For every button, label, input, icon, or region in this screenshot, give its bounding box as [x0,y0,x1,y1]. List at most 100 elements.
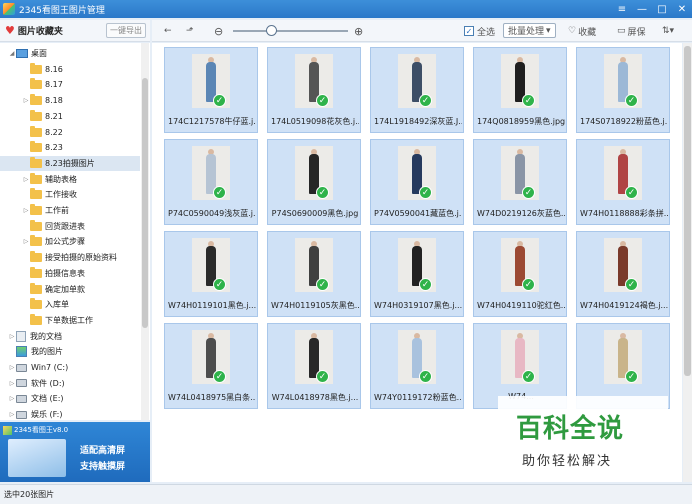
batch-process-dropdown[interactable]: 批量处理 ▾ [503,23,556,38]
image-thumbnail[interactable]: ✓ W74H0119105灰黑色... [267,231,361,317]
selected-check-icon[interactable]: ✓ [316,370,329,383]
tree-item[interactable]: ▷ Win7 (C:) [0,360,140,375]
selected-check-icon[interactable]: ✓ [522,94,535,107]
expand-arrow-icon[interactable]: ▷ [8,395,16,402]
selected-check-icon[interactable]: ✓ [419,370,432,383]
zoom-in-icon[interactable]: ⊕ [354,24,363,38]
expand-arrow-icon[interactable]: ▷ [22,207,30,214]
expand-arrow-icon[interactable]: ▷ [8,364,16,371]
selected-check-icon[interactable]: ✓ [625,278,638,291]
tree-item[interactable]: 8.21 [0,109,140,124]
tree-item[interactable]: 入库单 [0,297,140,312]
zoom-slider-track[interactable] [233,30,348,32]
minimize-button[interactable]: — [632,0,652,18]
select-all-checkbox[interactable]: ✓ 全选 [464,24,495,38]
selected-check-icon[interactable]: ✓ [419,94,432,107]
tree-scrollbar[interactable] [141,43,149,420]
image-thumbnail[interactable]: ✓ W74D0219126灰蓝色... [473,139,567,225]
tree-item[interactable]: ▷ 8.18 [0,93,140,108]
tree-item[interactable]: ◢ 桌面 [0,46,140,61]
tree-item[interactable]: 8.23 [0,140,140,155]
image-thumbnail[interactable]: ✓ W74H0419110驼红色... [473,231,567,317]
expand-arrow-icon[interactable]: ▷ [22,97,30,104]
selected-check-icon[interactable]: ✓ [213,370,226,383]
image-thumbnail[interactable]: ✓ W74H0119101黑色.j... [164,231,258,317]
tree-item[interactable]: 8.22 [0,125,140,140]
tree-item[interactable]: ▷ 软件 (D:) [0,376,140,391]
image-thumbnail[interactable]: ✓ 174C1217578牛仔蓝.j... [164,47,258,133]
close-button[interactable]: ✕ [672,0,692,18]
image-thumbnail[interactable]: ✓ P74C0590049浅灰蓝.j... [164,139,258,225]
selected-check-icon[interactable]: ✓ [316,186,329,199]
image-thumbnail[interactable]: ✓ W74L0418975黑白条... [164,323,258,409]
image-thumbnail[interactable]: ✓ 174Q0818959黑色.jpg [473,47,567,133]
selected-check-icon[interactable]: ✓ [316,278,329,291]
tree-item[interactable]: 8.23拍摄图片 [0,155,140,171]
tree-item[interactable]: 回货跟进表 [0,219,140,234]
title-bar: 2345看图王图片管理 ≡ — □ ✕ [0,0,692,18]
tree-item[interactable]: ▷ 娱乐 (F:) [0,407,140,420]
image-thumbnail[interactable]: ✓ P74V0590041藏蓝色.j... [370,139,464,225]
selected-check-icon[interactable]: ✓ [625,370,638,383]
tree-item[interactable]: 工作接收 [0,187,140,202]
sort-button[interactable]: ⇅ ▾ [662,24,674,38]
selected-check-icon[interactable]: ✓ [522,186,535,199]
tree-item[interactable]: 我的图片 [0,344,140,359]
expand-arrow-icon[interactable]: ▷ [22,238,30,245]
back-arrow-icon[interactable]: ← [164,24,172,38]
tree-item[interactable]: 拍摄信息表 [0,266,140,281]
image-thumbnail[interactable]: ✓ 174S0718922粉蓝色.j... [576,47,670,133]
folder-icon [30,313,42,325]
maximize-button[interactable]: □ [652,0,672,18]
tree-item[interactable]: ▷ 加公式步骤 [0,234,140,249]
tree-item[interactable]: 确定加单款 [0,282,140,297]
selected-check-icon[interactable]: ✓ [316,94,329,107]
selected-check-icon[interactable]: ✓ [419,186,432,199]
zoom-out-icon[interactable]: ⊖ [214,24,223,38]
zoom-slider-knob[interactable] [266,25,277,36]
selected-check-icon[interactable]: ✓ [213,278,226,291]
image-thumbnail[interactable]: ✓ 174L1918492深灰蓝.J... [370,47,464,133]
screensaver-button[interactable]: ▭ 屏保 [617,24,646,38]
promo-banner[interactable]: 2345看图王v8.0 适配高清屏 支持触摸屏 [0,422,150,482]
expand-arrow-icon[interactable]: ▷ [22,176,30,183]
tree-item[interactable]: 下单数据工作 [0,313,140,328]
favorite-button[interactable]: ♡ 收藏 [568,24,596,38]
grid-scrollbar[interactable] [683,43,692,482]
expand-arrow-icon[interactable]: ▷ [8,333,16,340]
grid-scrollbar-thumb[interactable] [684,46,691,376]
tree-item[interactable]: ▷ 辅助表格 [0,172,140,187]
tree-item[interactable]: ▷ 文档 (E:) [0,391,140,406]
drive-icon [16,363,27,372]
selected-check-icon[interactable]: ✓ [625,186,638,199]
selected-check-icon[interactable]: ✓ [522,278,535,291]
image-thumbnail[interactable]: ✓ P74S0690009黑色.jpg [267,139,361,225]
image-thumbnail[interactable]: ✓ W74H0419124褐色.j... [576,231,670,317]
favorites-title: 图片收藏夹 [17,27,63,37]
expand-arrow-icon[interactable]: ◢ [8,50,16,57]
selected-check-icon[interactable]: ✓ [213,186,226,199]
tree-item[interactable]: ▷ 我的文档 [0,329,140,344]
image-filename: W74Y0119172粉蓝色... [374,393,462,402]
export-button[interactable]: 一键导出 [106,23,146,38]
tree-scrollbar-thumb[interactable] [142,78,148,328]
image-thumbnail[interactable]: ✓ W74Y0119172粉蓝色... [370,323,464,409]
tree-item[interactable]: 接受拍摄的原始资料 [0,250,140,265]
selected-check-icon[interactable]: ✓ [625,94,638,107]
tree-item[interactable]: 8.16 [0,62,140,77]
tree-item[interactable]: ▷ 工作前 [0,203,140,218]
tree-item[interactable]: 8.17 [0,77,140,92]
selected-check-icon[interactable]: ✓ [522,370,535,383]
tree-item-label: 工作前 [45,206,69,215]
selected-check-icon[interactable]: ✓ [213,94,226,107]
image-thumbnail[interactable]: ✓ W74L0418978黑色.j... [267,323,361,409]
expand-arrow-icon[interactable]: ▷ [8,380,16,387]
image-thumbnail[interactable]: ✓ W74H0118888彩条拼... [576,139,670,225]
folder-icon [30,172,42,184]
image-thumbnail[interactable]: ✓ 174L0519098花灰色.j... [267,47,361,133]
expand-arrow-icon[interactable]: ▷ [8,411,16,418]
image-thumbnail[interactable]: ✓ W74H0319107黑色.j... [370,231,464,317]
up-folder-icon[interactable]: ⬏ [186,24,194,38]
menu-icon[interactable]: ≡ [612,0,632,18]
selected-check-icon[interactable]: ✓ [419,278,432,291]
